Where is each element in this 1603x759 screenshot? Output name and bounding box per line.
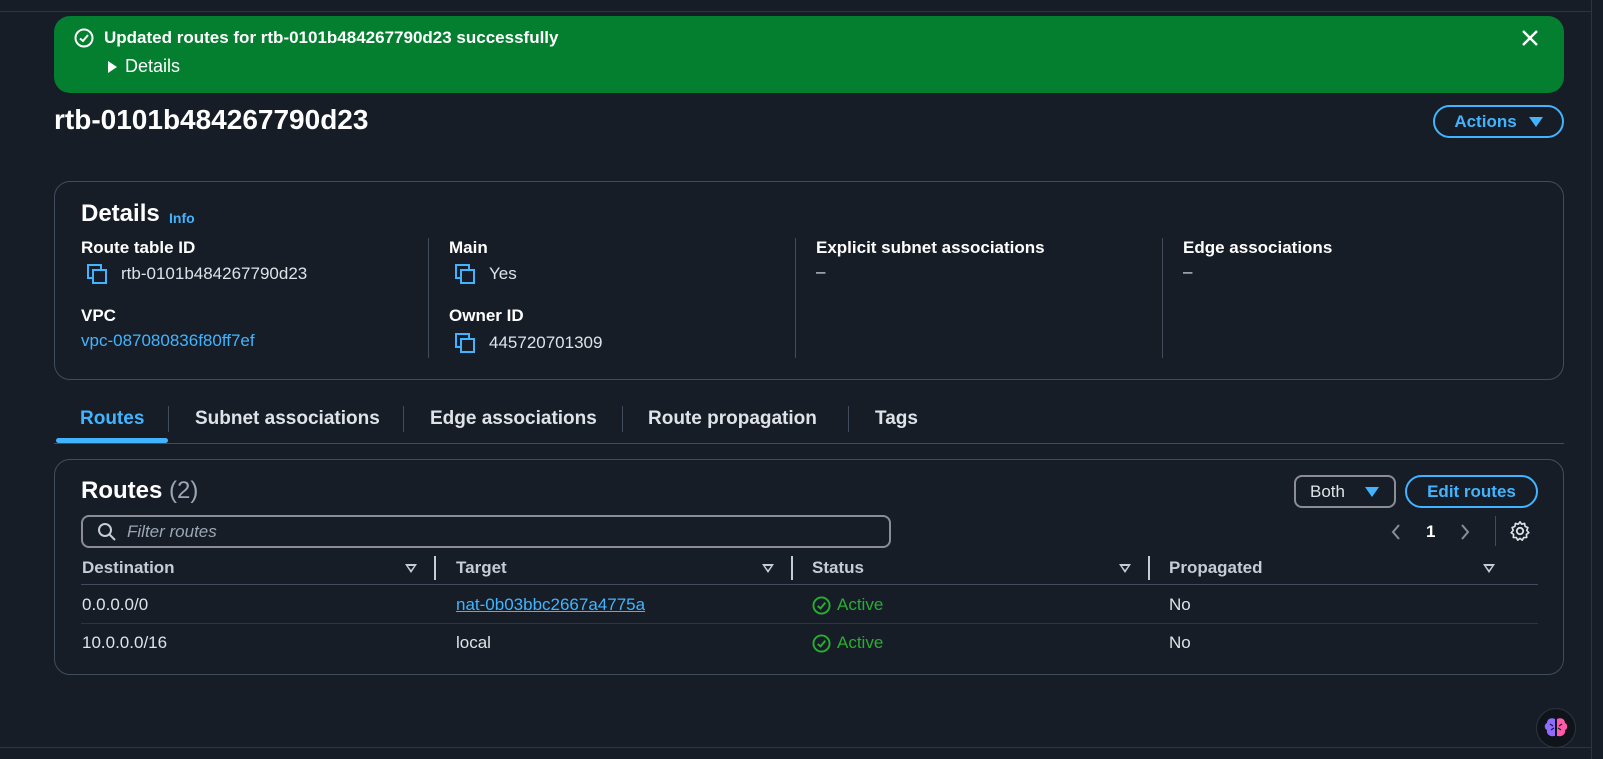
right-border: [1591, 0, 1592, 759]
active-tab-indicator: [56, 438, 168, 443]
details-panel: Details Info Route table ID rtb-0101b484…: [54, 181, 1564, 380]
table-row: 10.0.0.0/16 local Active No: [81, 624, 1538, 662]
details-title: Details: [81, 200, 160, 227]
route-type-select[interactable]: Both: [1294, 475, 1396, 508]
sort-icon[interactable]: [1119, 564, 1131, 573]
page-title: rtb-0101b484267790d23: [54, 104, 369, 135]
tab-tags[interactable]: Tags: [875, 408, 918, 430]
target-link[interactable]: nat-0b03bbc2667a4775a: [456, 595, 645, 615]
explicit-subnet-value: –: [816, 262, 826, 281]
page-number[interactable]: 1: [1426, 522, 1435, 542]
assistant-brain-button[interactable]: [1536, 708, 1576, 748]
copy-icon[interactable]: [453, 331, 477, 355]
propagated-cell: No: [1169, 595, 1191, 614]
owner-id-label: Owner ID: [449, 306, 524, 325]
caret-down-icon: [1528, 116, 1543, 127]
vpc-link[interactable]: vpc-087080836f80ff7ef: [81, 331, 255, 351]
routes-count: (2): [169, 477, 199, 504]
flash-details-label: Details: [125, 56, 181, 76]
owner-id-text: 445720701309: [489, 333, 603, 352]
flash-message: Updated routes for rtb-0101b484267790d23…: [104, 28, 559, 47]
routes-panel: Routes (2) Both Edit routes 1 Destinatio…: [54, 459, 1564, 675]
routes-title-text: Routes: [81, 477, 163, 504]
destination-cell: 0.0.0.0/0: [82, 595, 149, 614]
success-check-icon: [74, 28, 94, 48]
caret-down-icon: [1364, 486, 1379, 497]
main-text: Yes: [489, 264, 517, 283]
tab-subnet-associations[interactable]: Subnet associations: [195, 408, 380, 430]
caret-right-icon: [108, 60, 117, 73]
column-header-target[interactable]: Target: [456, 558, 507, 578]
tab-divider: [403, 406, 404, 432]
main-value: Yes: [453, 262, 517, 286]
details-column-1: Route table ID rtb-0101b484267790d23 VPC…: [81, 238, 421, 358]
column-resizer[interactable]: [434, 556, 436, 580]
column-header-destination[interactable]: Destination: [82, 558, 175, 578]
tab-route-propagation[interactable]: Route propagation: [648, 408, 817, 430]
brain-icon: [1544, 718, 1568, 737]
tab-divider: [168, 406, 169, 432]
vpc-label: VPC: [81, 306, 116, 325]
explicit-subnet-label: Explicit subnet associations: [816, 238, 1045, 257]
success-flash-banner: Updated routes for rtb-0101b484267790d23…: [54, 16, 1564, 93]
details-column-4: Edge associations –: [1162, 238, 1542, 358]
pagination: 1: [1390, 518, 1471, 546]
actions-button[interactable]: Actions: [1433, 105, 1564, 138]
top-border: [0, 0, 1592, 12]
filter-routes-field[interactable]: [81, 515, 891, 548]
copy-icon[interactable]: [85, 262, 109, 286]
status-cell: Active: [812, 633, 883, 653]
routes-table-header: Destination Target Status Propagated: [81, 554, 1538, 585]
sort-icon[interactable]: [405, 564, 417, 573]
target-cell: local: [456, 633, 491, 652]
search-icon: [98, 522, 116, 541]
route-type-select-value: Both: [1310, 481, 1345, 501]
pagination-divider: [1495, 516, 1496, 546]
column-header-status[interactable]: Status: [812, 558, 864, 578]
owner-id-value: 445720701309: [453, 331, 602, 355]
status-active-icon: [812, 633, 831, 653]
column-resizer[interactable]: [791, 556, 793, 580]
details-column-3: Explicit subnet associations –: [795, 238, 1162, 358]
edge-associations-value: –: [1183, 262, 1193, 281]
column-header-propagated[interactable]: Propagated: [1169, 558, 1263, 578]
status-text: Active: [837, 633, 884, 652]
info-link[interactable]: Info: [169, 210, 195, 226]
table-row: 0.0.0.0/0 nat-0b03bbc2667a4775a Active N…: [81, 586, 1538, 624]
tab-divider: [622, 406, 623, 432]
sort-icon[interactable]: [1483, 564, 1495, 573]
bottom-border: [0, 747, 1592, 748]
close-icon[interactable]: [1518, 26, 1542, 50]
route-table-id-label: Route table ID: [81, 238, 196, 257]
status-cell: Active: [812, 595, 883, 615]
chevron-left-icon[interactable]: [1390, 523, 1402, 541]
status-active-icon: [812, 595, 831, 615]
tab-divider: [848, 406, 849, 432]
filter-routes-input[interactable]: [127, 521, 867, 542]
destination-cell: 10.0.0.0/16: [82, 633, 168, 652]
routes-title: Routes (2): [81, 477, 198, 505]
tab-bar: Routes Subnet associations Edge associat…: [54, 398, 1564, 444]
gear-icon[interactable]: [1509, 520, 1531, 542]
flash-details-toggle[interactable]: Details: [108, 56, 180, 77]
status-text: Active: [837, 595, 884, 614]
actions-label: Actions: [1454, 111, 1517, 131]
copy-icon[interactable]: [453, 262, 477, 286]
edit-routes-button[interactable]: Edit routes: [1405, 475, 1538, 508]
route-table-id-text: rtb-0101b484267790d23: [121, 264, 308, 283]
propagated-cell: No: [1169, 633, 1191, 652]
edge-associations-label: Edge associations: [1183, 238, 1333, 257]
route-table-id-value: rtb-0101b484267790d23: [85, 262, 307, 286]
chevron-right-icon[interactable]: [1459, 523, 1471, 541]
details-column-2: Main Yes Owner ID 445720701309: [428, 238, 795, 358]
sort-icon[interactable]: [762, 564, 774, 573]
column-resizer[interactable]: [1148, 556, 1150, 580]
tab-edge-associations[interactable]: Edge associations: [430, 408, 597, 430]
main-label: Main: [449, 238, 488, 257]
tab-routes[interactable]: Routes: [80, 408, 144, 430]
